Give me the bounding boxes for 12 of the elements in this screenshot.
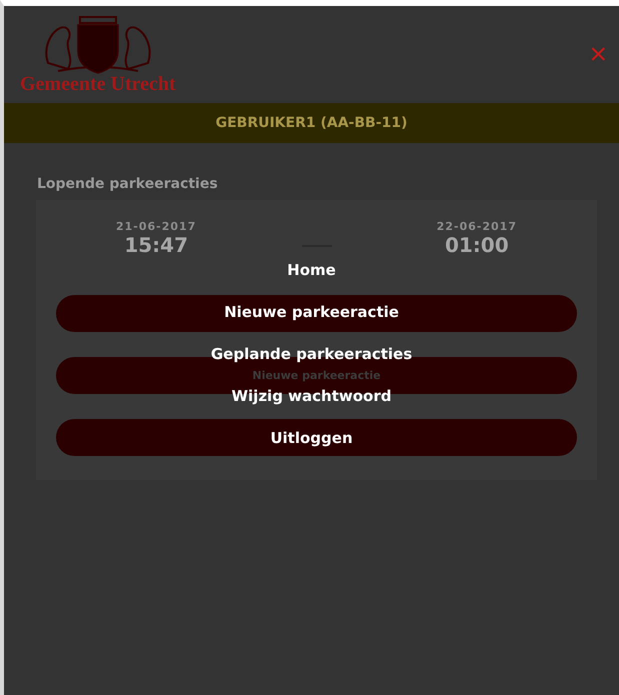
section-title: Lopende parkeeracties xyxy=(37,176,219,192)
end-date: 22-06-2017 xyxy=(436,220,517,233)
card-button[interactable] xyxy=(56,419,577,456)
menu-item[interactable]: Uitloggen xyxy=(270,424,353,452)
menu-item[interactable]: Nieuwe parkeeractie xyxy=(224,298,399,326)
start-date: 21-06-2017 xyxy=(116,220,196,233)
logo-text: Gemeente Utrecht xyxy=(20,73,176,96)
menu-item[interactable]: Home xyxy=(287,256,336,284)
card-button[interactable] xyxy=(56,295,577,332)
user-bar: GEBRUIKER1 (AA-BB-11) xyxy=(4,103,619,143)
end-time: 01:00 xyxy=(444,233,509,257)
start-time: 15:47 xyxy=(124,233,188,257)
